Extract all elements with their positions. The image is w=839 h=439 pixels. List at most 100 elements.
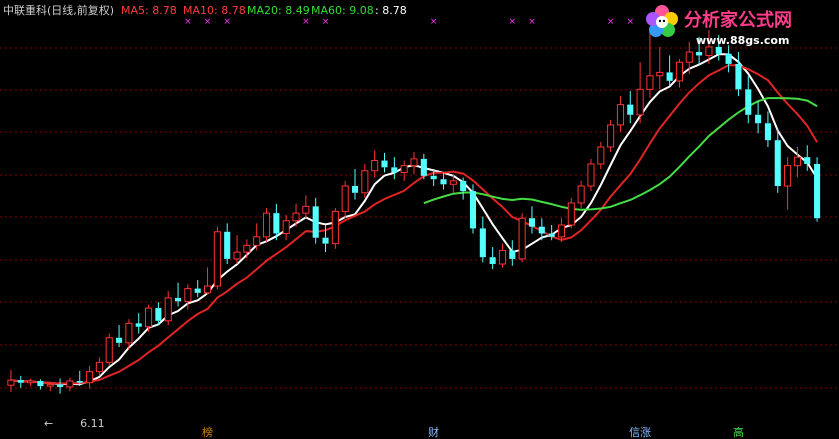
candle-body-down <box>489 257 496 264</box>
candle-body-up <box>46 383 54 387</box>
candle-body-down <box>430 175 437 180</box>
candle-body-down <box>351 186 359 193</box>
candle-body-up <box>410 158 418 167</box>
candle-body-up <box>292 212 300 222</box>
signal-marker-icon: × <box>322 17 330 27</box>
candle-body-down <box>273 213 280 234</box>
candle-body-down <box>322 237 329 244</box>
candle-body-up <box>636 88 644 116</box>
candle-body-down <box>37 381 44 387</box>
signal-marker-icon: × <box>223 17 231 27</box>
candle-body-up <box>567 202 575 226</box>
candle-body-up <box>705 46 713 56</box>
chart-title: 中联重科(日线,前复权) <box>3 3 114 17</box>
candle-body-down <box>725 53 732 64</box>
candle-body-down <box>194 288 201 293</box>
candle-body-up <box>95 361 103 373</box>
low-price-label: 6.11 <box>80 417 105 430</box>
candle-body-up <box>302 205 310 214</box>
candle-body-up <box>233 251 241 260</box>
last-value-label: : 8.78 <box>375 4 407 17</box>
watermark-url: www.88gs.com <box>696 34 789 47</box>
event-label: 信涨 <box>629 426 651 439</box>
candle-body-up <box>371 160 379 172</box>
candle-body-up <box>262 212 271 238</box>
event-label: 高 <box>733 425 744 439</box>
candle-body-up <box>105 337 113 363</box>
candle-body-down <box>381 160 388 168</box>
candle-body-up <box>518 217 526 260</box>
candle-body-down <box>696 52 703 56</box>
candle-body-down <box>814 163 821 219</box>
candle-body-up <box>66 380 74 388</box>
candle-body-up <box>282 220 290 234</box>
watermark-name: 分析家公式网 <box>684 9 792 31</box>
candle-body-up <box>164 297 172 322</box>
candle-body-up <box>607 124 615 148</box>
candle-body-down <box>135 323 142 327</box>
candle-body-down <box>735 63 742 90</box>
signal-marker-icon: × <box>509 17 517 27</box>
candle <box>105 333 113 366</box>
candle <box>587 158 595 192</box>
candle-body-up <box>400 165 408 173</box>
candle-body-down <box>224 231 231 259</box>
ma5-label: MA5: 8.78 <box>121 4 177 17</box>
candle-body-up <box>587 163 595 187</box>
candle-body-down <box>764 123 771 141</box>
candle-body-up <box>577 185 585 204</box>
candle-body-up <box>597 146 605 165</box>
candle-body-down <box>538 226 545 234</box>
candle-body-down <box>469 191 477 229</box>
candle <box>607 119 615 153</box>
candle-body-up <box>125 322 133 344</box>
candle-body-down <box>155 308 162 321</box>
candle-body-up <box>685 51 693 63</box>
candle-body-up <box>793 156 801 167</box>
signal-marker-icon: × <box>430 17 438 27</box>
candle-body-up <box>203 285 212 294</box>
signal-marker-icon: × <box>302 17 310 27</box>
candle <box>213 226 221 290</box>
candlestick-chart: × × × × × × × × × × 榜 财 信涨 高 6.11 ← 中联重科(日线,前复权) MA5… <box>0 0 839 439</box>
candle-body-down <box>666 72 673 81</box>
candle-body-down <box>175 297 182 302</box>
ma10-label: MA10: 8.78 <box>183 4 246 17</box>
signal-marker-icon: × <box>627 17 635 27</box>
candle-body-up <box>331 210 339 245</box>
candle-body-up <box>616 104 625 126</box>
candle <box>518 213 526 263</box>
candle-body-up <box>213 231 221 287</box>
candle <box>331 208 339 249</box>
signal-marker-icon: × <box>204 17 212 27</box>
candle-body-down <box>804 157 811 164</box>
signal-marker-icon: × <box>184 17 192 27</box>
candle-body-down <box>715 46 722 54</box>
ma20-label: MA20: 8.49 <box>247 4 310 17</box>
candle-body-up <box>86 371 94 384</box>
candle-body-up <box>656 71 664 77</box>
signal-marker-icon: × <box>607 17 615 27</box>
candle-body-up <box>27 380 35 384</box>
candle-body-down <box>460 180 467 192</box>
event-label: 榜 <box>202 425 213 439</box>
candle-body-up <box>784 165 792 187</box>
candle-body-up <box>145 307 153 328</box>
header-legend: 中联重科(日线,前复权) MA5: 8.78 MA10: 8.78 MA20: … <box>3 3 407 17</box>
candle-body-up <box>341 185 349 212</box>
candle-body-down <box>528 218 536 227</box>
candle <box>262 208 271 242</box>
candle-body-up <box>449 180 457 185</box>
candle-body-down <box>755 114 762 124</box>
event-label: 财 <box>428 425 439 439</box>
candle-body-up <box>646 75 654 90</box>
candle-body-down <box>627 104 634 115</box>
candle-body-up <box>243 244 251 253</box>
candle-body-down <box>76 381 83 383</box>
candle-body-up <box>675 61 683 82</box>
candle-body-up <box>253 236 261 246</box>
candle-body-down <box>548 233 555 237</box>
candle-body-down <box>17 380 24 383</box>
candle-body-down <box>312 206 319 238</box>
ma60-label: MA60: 9.08 <box>311 4 374 17</box>
